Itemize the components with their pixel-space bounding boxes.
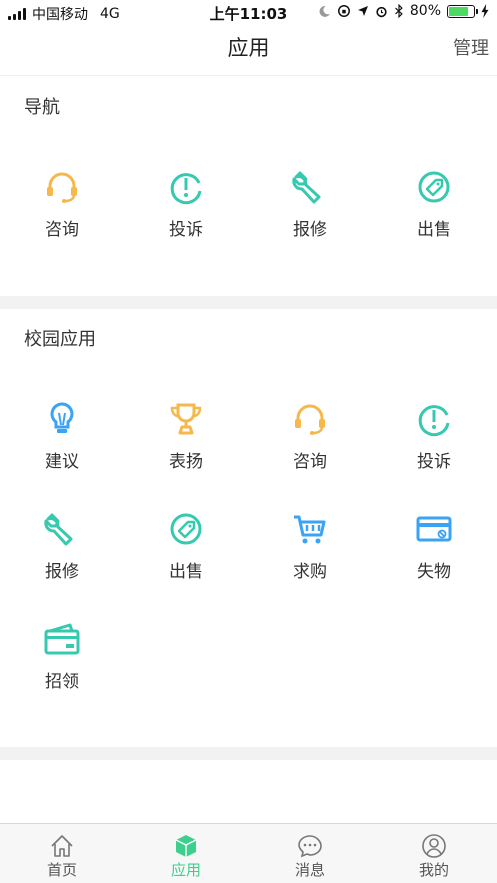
app-complaint[interactable]: 投诉	[124, 167, 248, 240]
location-icon	[357, 6, 368, 16]
complaint-icon	[170, 173, 202, 205]
app-complaint[interactable]: 投诉	[372, 399, 496, 472]
app-label: 咨询	[45, 220, 79, 240]
campus-section: 校园应用 建议 表扬 咨询 投诉 报修 出售 求购 失物 招领	[0, 309, 497, 747]
app-label: 失物	[417, 562, 451, 582]
headset-icon	[295, 404, 325, 435]
moon-icon	[319, 5, 330, 17]
app-label: 投诉	[169, 220, 203, 240]
section-title-navigation: 导航	[24, 97, 60, 118]
cube-icon	[175, 835, 197, 857]
app-wanted[interactable]: 求购	[248, 509, 372, 582]
app-found[interactable]: 招领	[0, 619, 124, 692]
price-tag-icon	[418, 171, 450, 203]
app-sell[interactable]: 出售	[372, 167, 496, 240]
app-label: 出售	[417, 220, 451, 240]
complaint-icon	[418, 405, 450, 437]
manage-button[interactable]: 管理	[453, 34, 489, 60]
app-label: 咨询	[293, 452, 327, 472]
app-label: 建议	[45, 452, 79, 472]
app-consult[interactable]: 咨询	[248, 399, 372, 472]
battery-icon	[447, 4, 478, 18]
nav-bar: 应用 管理	[0, 26, 497, 76]
headset-icon	[47, 172, 77, 203]
app-repair[interactable]: 报修	[0, 509, 124, 582]
status-right: 80%	[318, 3, 489, 19]
section-divider	[0, 747, 497, 760]
price-tag-icon	[170, 513, 202, 545]
app-label: 招领	[45, 672, 79, 692]
tab-bar: 首页 应用 消息 我的	[0, 823, 497, 883]
cart-icon	[294, 515, 326, 544]
section-title-campus: 校园应用	[24, 329, 96, 350]
app-consult[interactable]: 咨询	[0, 167, 124, 240]
user-icon	[422, 834, 446, 858]
battery-percent: 80%	[409, 3, 441, 19]
wrench-icon	[292, 171, 321, 204]
tab-messages[interactable]: 消息	[248, 824, 372, 883]
app-label: 报修	[45, 562, 79, 582]
tab-me[interactable]: 我的	[372, 824, 496, 883]
rotation-lock-icon	[337, 5, 350, 17]
app-label: 报修	[293, 220, 327, 240]
found-card-icon	[44, 623, 80, 655]
section-divider	[0, 296, 497, 309]
lost-card-icon	[416, 516, 452, 542]
app-label: 求购	[293, 562, 327, 582]
tab-label: 消息	[294, 861, 325, 879]
navigation-section: 导航 咨询 投诉 报修 出售	[0, 77, 497, 296]
tab-label: 我的	[418, 861, 449, 879]
tab-label: 首页	[46, 861, 77, 879]
lightbulb-icon	[50, 402, 74, 433]
status-bar: 中国移动 4G 上午11:03 80%	[0, 0, 497, 26]
app-label: 投诉	[417, 452, 451, 472]
trophy-icon	[170, 403, 202, 435]
app-praise[interactable]: 表扬	[124, 399, 248, 472]
app-lost[interactable]: 失物	[372, 509, 496, 582]
tab-label: 应用	[170, 861, 201, 879]
app-label: 表扬	[169, 452, 203, 472]
bluetooth-icon	[394, 4, 403, 18]
tab-apps[interactable]: 应用	[124, 824, 248, 883]
app-sell[interactable]: 出售	[124, 509, 248, 582]
wrench-icon	[44, 513, 73, 546]
alarm-icon	[376, 6, 387, 17]
charging-icon	[481, 4, 489, 18]
chat-bubble-icon	[298, 835, 322, 858]
home-icon	[51, 835, 73, 857]
page-title: 应用	[227, 36, 270, 60]
app-suggestion[interactable]: 建议	[0, 399, 124, 472]
tab-home[interactable]: 首页	[0, 824, 124, 883]
app-repair[interactable]: 报修	[248, 167, 372, 240]
app-label: 出售	[169, 562, 203, 582]
